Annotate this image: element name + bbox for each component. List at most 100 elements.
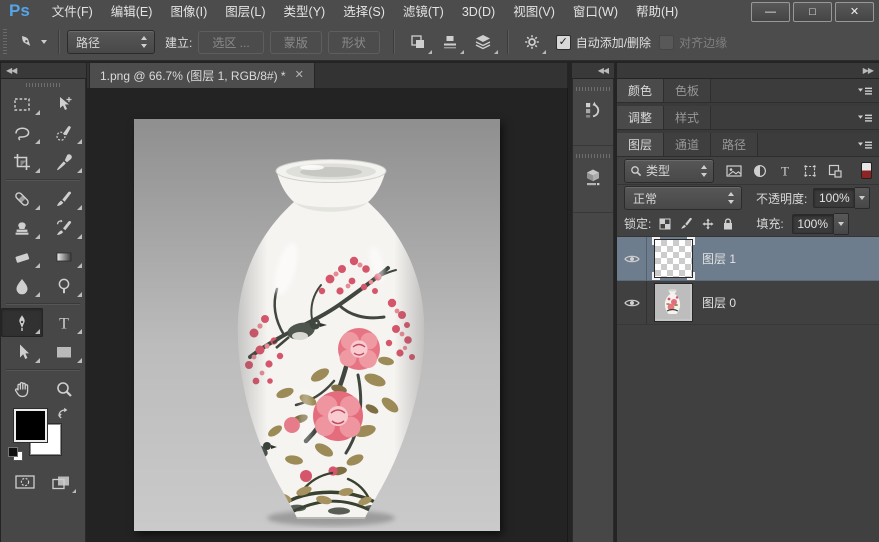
tool-lasso[interactable] <box>1 118 43 147</box>
menu-help[interactable]: 帮助(H) <box>627 1 687 24</box>
filter-type-layers-icon[interactable] <box>778 164 792 178</box>
flyout-arrow-icon <box>72 489 76 493</box>
fill-value[interactable]: 100% <box>792 214 834 234</box>
lock-all-button[interactable] <box>722 217 734 231</box>
strip-expand-button[interactable]: ◀◀ <box>572 63 614 78</box>
document-image[interactable] <box>134 119 500 531</box>
layer-thumbnail-transparent[interactable] <box>654 239 693 278</box>
filter-shape-layers-icon[interactable] <box>803 164 817 178</box>
minimize-button[interactable]: — <box>751 2 790 22</box>
tab-styles[interactable]: 样式 <box>664 106 711 129</box>
menu-type[interactable]: 类型(Y) <box>275 1 335 24</box>
tool-move[interactable] <box>43 89 85 118</box>
lock-transparency-button[interactable] <box>659 218 671 230</box>
blend-mode-dropdown[interactable]: 正常 <box>624 186 742 210</box>
history-brush-icon <box>54 218 74 238</box>
tab-paths[interactable]: 路径 <box>711 133 758 156</box>
history-panel-button[interactable] <box>573 79 613 146</box>
menu-file[interactable]: 文件(F) <box>43 1 102 24</box>
opacity-dropdown-button[interactable] <box>855 187 870 209</box>
layer-filter-type-dropdown[interactable]: 类型 <box>624 159 714 183</box>
tool-eraser[interactable] <box>1 242 43 271</box>
menu-filter[interactable]: 滤镜(T) <box>394 1 453 24</box>
tool-spot-healing-brush[interactable] <box>1 184 43 213</box>
panel-grip[interactable] <box>576 154 610 158</box>
tool-brush[interactable] <box>43 184 85 213</box>
maximize-button[interactable]: □ <box>793 2 832 22</box>
pen-mode-dropdown[interactable]: 路径 <box>67 30 155 54</box>
color-panel-menu-button[interactable] <box>851 79 879 102</box>
filter-smart-object-icon[interactable] <box>828 164 842 178</box>
menu-3d[interactable]: 3D(D) <box>453 1 504 24</box>
tool-history-brush[interactable] <box>43 213 85 242</box>
adjustments-panel-menu-button[interactable] <box>851 106 879 129</box>
tool-horizontal-type[interactable] <box>43 308 85 337</box>
tool-dodge[interactable] <box>43 271 85 300</box>
make-mask-button[interactable]: 蒙版 <box>270 31 322 54</box>
layer-name[interactable]: 图层 0 <box>702 294 736 311</box>
tool-hand[interactable] <box>1 374 43 403</box>
toolbar-grip[interactable] <box>26 83 60 87</box>
tool-blur[interactable] <box>1 271 43 300</box>
path-arrangement-button[interactable] <box>469 31 497 53</box>
tab-close-icon[interactable]: ✕ <box>295 70 304 81</box>
tool-quick-selection[interactable] <box>43 118 85 147</box>
tool-clone-stamp[interactable] <box>1 213 43 242</box>
tab-layers[interactable]: 图层 <box>617 133 664 156</box>
document-tab[interactable]: 1.png @ 66.7% (图层 1, RGB/8#) * ✕ <box>89 63 315 88</box>
default-colors-icon[interactable] <box>8 447 24 461</box>
layer-thumbnail-vase[interactable] <box>654 283 693 322</box>
tool-eyedropper[interactable] <box>43 147 85 176</box>
options-bar-grip[interactable] <box>3 29 7 55</box>
tab-color[interactable]: 颜色 <box>617 79 664 102</box>
screen-mode-button[interactable] <box>48 473 74 493</box>
quick-mask-button[interactable] <box>12 473 38 493</box>
tool-gradient[interactable] <box>43 242 85 271</box>
foreground-color-swatch[interactable] <box>14 409 47 442</box>
layer-row-0[interactable]: 图层 0 <box>617 281 879 325</box>
menu-view[interactable]: 视图(V) <box>504 1 564 24</box>
tab-channels[interactable]: 通道 <box>664 133 711 156</box>
tool-rectangle-shape[interactable] <box>43 337 85 366</box>
filter-adjustment-layers-icon[interactable] <box>753 164 767 178</box>
3d-panel-button[interactable] <box>573 146 613 213</box>
make-shape-button[interactable]: 形状 <box>328 31 380 54</box>
panel-grip[interactable] <box>576 87 610 91</box>
menu-select[interactable]: 选择(S) <box>334 1 394 24</box>
pen-options-gear-button[interactable] <box>519 31 545 53</box>
opacity-label: 不透明度: <box>756 190 807 207</box>
opacity-value[interactable]: 100% <box>813 188 855 208</box>
lock-position-button[interactable] <box>702 218 714 230</box>
filter-pixel-layers-icon[interactable] <box>726 164 742 178</box>
fill-dropdown-button[interactable] <box>834 213 849 235</box>
layer-row-1[interactable]: 图层 1 <box>617 237 879 281</box>
toolbar-collapse-button[interactable]: ◀◀ <box>1 63 86 78</box>
tool-path-selection[interactable] <box>1 337 43 366</box>
menu-layer[interactable]: 图层(L) <box>216 1 274 24</box>
path-operations-button[interactable] <box>405 31 431 53</box>
auto-add-delete-checkbox[interactable]: ✓ <box>556 35 571 50</box>
align-edges-checkbox[interactable] <box>659 35 674 50</box>
tool-zoom[interactable] <box>43 374 85 403</box>
path-alignment-button[interactable] <box>437 31 463 53</box>
tab-adjustments[interactable]: 调整 <box>617 106 664 129</box>
layer-visibility-toggle[interactable] <box>617 237 647 280</box>
menu-edit[interactable]: 编辑(E) <box>102 1 162 24</box>
tool-pen[interactable] <box>1 308 43 337</box>
menu-window[interactable]: 窗口(W) <box>564 1 627 24</box>
swap-colors-icon[interactable] <box>56 407 70 419</box>
tool-preset-picker[interactable] <box>13 30 51 54</box>
make-selection-button[interactable]: 选区 ... <box>198 31 263 54</box>
layer-filter-toggle[interactable] <box>861 162 872 179</box>
close-button[interactable]: ✕ <box>835 2 874 22</box>
lock-pixels-button[interactable] <box>679 216 694 231</box>
menu-image[interactable]: 图像(I) <box>161 1 216 24</box>
layer-name[interactable]: 图层 1 <box>702 250 736 267</box>
layer-visibility-toggle[interactable] <box>617 281 647 324</box>
tool-crop[interactable] <box>1 147 43 176</box>
dock-collapse-button[interactable]: ▶▶ <box>617 63 879 78</box>
tab-swatches[interactable]: 色板 <box>664 79 711 102</box>
layers-panel-menu-button[interactable] <box>851 133 879 156</box>
tool-rectangular-marquee[interactable] <box>1 89 43 118</box>
vase-thumbnail-image <box>655 284 690 319</box>
